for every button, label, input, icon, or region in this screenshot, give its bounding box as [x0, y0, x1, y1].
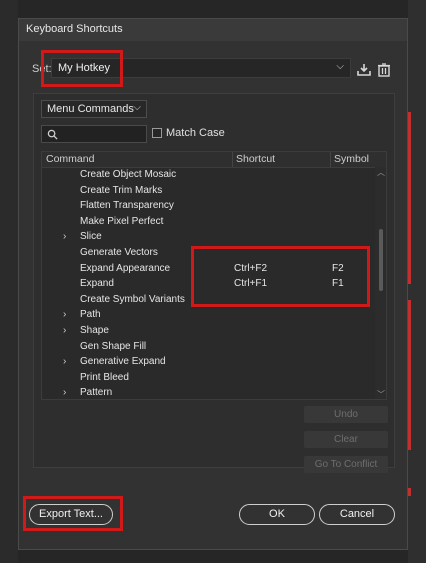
column-header-symbol[interactable]: Symbol — [334, 153, 369, 165]
go-to-conflict-label: Go To Conflict — [314, 459, 378, 470]
chevron-right-icon[interactable]: › — [63, 231, 66, 242]
table-row[interactable]: Create Trim Marks — [42, 184, 375, 200]
table-row[interactable]: Gen Shape Fill — [42, 340, 375, 356]
chevron-right-icon[interactable]: › — [63, 309, 66, 320]
row-command: Path — [80, 309, 101, 321]
table-row[interactable]: Make Pixel Perfect — [42, 215, 375, 231]
ok-label: OK — [269, 508, 285, 520]
column-divider[interactable] — [330, 152, 331, 167]
search-icon — [47, 129, 58, 140]
row-command: Create Symbol Variants — [80, 293, 185, 305]
chevron-down-icon: ⌵ — [336, 61, 344, 72]
clear-button[interactable]: Clear — [304, 431, 388, 448]
background-right — [408, 0, 426, 563]
table-scrollbar[interactable]: ︿ ﹀ — [375, 167, 386, 399]
row-command: Shape — [80, 325, 109, 336]
table-row[interactable]: › Slice — [42, 230, 375, 246]
undo-button[interactable]: Undo — [304, 406, 388, 423]
table-row[interactable]: › Generative Expand — [42, 355, 375, 371]
table-row[interactable]: Create Object Mosaic — [42, 168, 375, 184]
canvas-artwork-edge — [408, 488, 411, 496]
table-row[interactable]: › Pattern — [42, 386, 375, 399]
clear-label: Clear — [334, 434, 358, 445]
highlight-export-button — [23, 496, 123, 531]
row-command: Generate Vectors — [80, 247, 158, 258]
ok-button[interactable]: OK — [239, 504, 315, 525]
row-command: Flatten Transparency — [80, 200, 174, 212]
column-header-shortcut[interactable]: Shortcut — [236, 153, 275, 165]
row-command: Slice — [80, 231, 102, 243]
scroll-up-icon[interactable]: ︿ — [377, 167, 385, 178]
cancel-button[interactable]: Cancel — [319, 504, 395, 525]
highlight-set-value — [41, 50, 123, 87]
match-case-checkbox[interactable] — [152, 128, 162, 138]
scroll-thumb[interactable] — [379, 229, 383, 291]
row-command: Print Bleed — [80, 371, 129, 383]
title-bar[interactable]: Keyboard Shortcuts — [19, 19, 407, 41]
highlight-shortcut-rows — [191, 246, 370, 307]
table-row[interactable]: › Path — [42, 308, 375, 324]
row-command: Make Pixel Perfect — [80, 215, 164, 227]
match-case-label: Match Case — [166, 127, 225, 139]
cancel-label: Cancel — [339, 508, 375, 520]
save-set-icon[interactable] — [356, 62, 372, 78]
row-command: Pattern — [80, 387, 113, 399]
column-header-command[interactable]: Command — [46, 153, 94, 165]
chevron-down-icon: ⌵ — [133, 102, 141, 113]
row-command: Create Trim Marks — [80, 184, 163, 196]
undo-label: Undo — [334, 409, 358, 420]
chevron-right-icon[interactable]: › — [63, 387, 66, 398]
row-command: Gen Shape Fill — [80, 340, 147, 352]
table-header: Command Shortcut Symbol — [42, 152, 386, 168]
search-input[interactable] — [41, 125, 147, 143]
chevron-right-icon[interactable]: › — [63, 356, 66, 367]
scroll-down-icon[interactable]: ﹀ — [377, 389, 385, 399]
row-command: Expand — [80, 278, 114, 290]
trash-icon[interactable] — [376, 62, 392, 78]
window-title: Keyboard Shortcuts — [26, 23, 123, 35]
table-row[interactable]: Flatten Transparency — [42, 199, 375, 215]
row-command: Expand Appearance — [80, 262, 171, 274]
table-row[interactable]: Print Bleed — [42, 371, 375, 387]
row-command: Create Object Mosaic — [80, 169, 177, 180]
command-type-value: Menu Commands — [47, 103, 134, 115]
column-divider[interactable] — [232, 152, 233, 167]
canvas-artwork-edge — [408, 300, 411, 450]
go-to-conflict-button[interactable]: Go To Conflict — [304, 456, 388, 473]
row-command: Generative Expand — [80, 356, 166, 368]
background-left — [0, 0, 18, 563]
chevron-right-icon[interactable]: › — [63, 325, 66, 336]
keyboard-shortcuts-dialog: Keyboard Shortcuts Set: My Hotkey ⌵ Menu… — [18, 18, 408, 550]
canvas-artwork-edge — [408, 112, 411, 284]
table-row[interactable]: › Shape — [42, 324, 375, 340]
command-type-dropdown[interactable]: Menu Commands ⌵ — [41, 100, 147, 118]
